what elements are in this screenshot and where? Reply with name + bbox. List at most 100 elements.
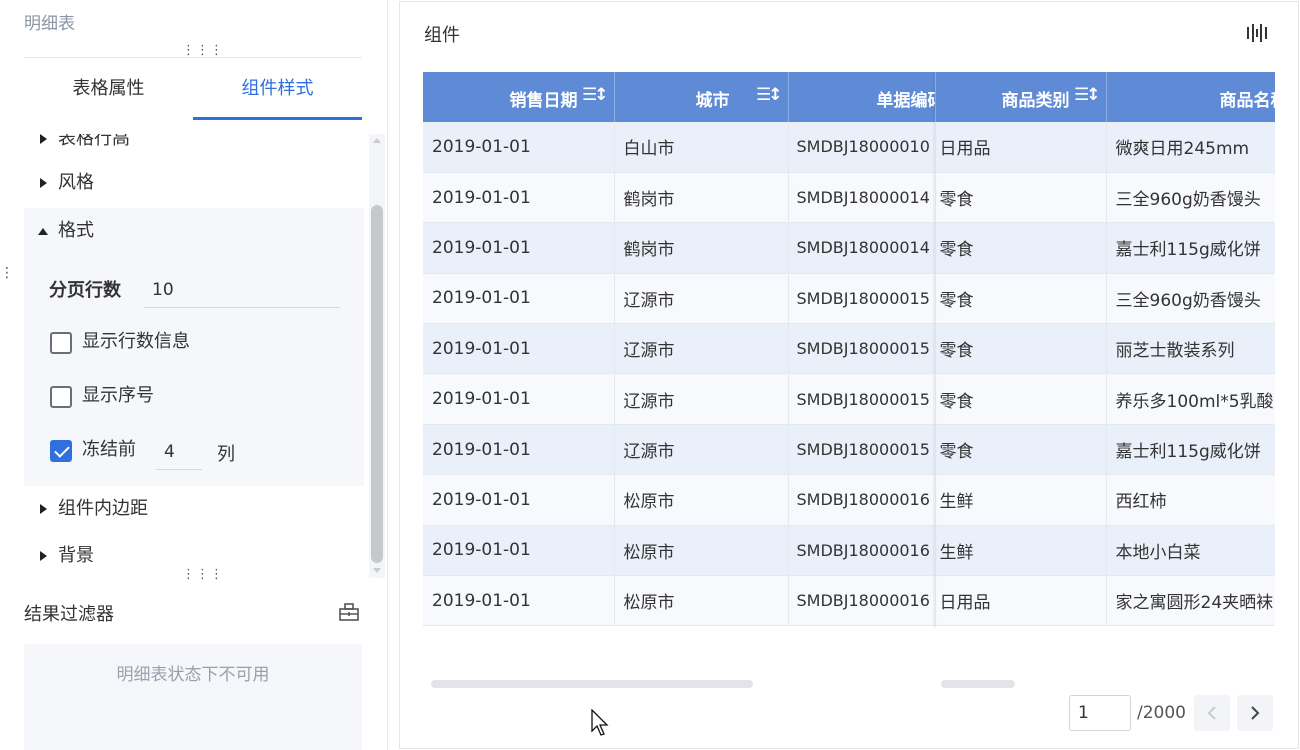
filter-unavailable-text: 明细表状态下不可用: [116, 665, 270, 685]
scroll-down-icon[interactable]: [373, 568, 381, 573]
horizontal-scrollbar-main[interactable]: [941, 680, 1015, 688]
cell-date: 2019-01-01: [423, 525, 615, 577]
component-title: 组件: [424, 25, 460, 46]
cell-code: SMDBJ18000010: [788, 122, 936, 173]
column-header-city[interactable]: 城市 ☰↕: [614, 72, 789, 122]
cell-code: SMDBJ18000014: [788, 172, 936, 224]
table-row[interactable]: 2019-01-01 鹤岗市 SMDBJ18000014 零食 嘉士利115g威…: [423, 222, 1275, 274]
panel-title: 明细表: [24, 14, 75, 34]
filter-area: 明细表状态下不可用: [24, 644, 362, 750]
caret-right-icon: [40, 134, 47, 144]
cell-product: 三全960g奶香馒头: [1106, 273, 1275, 325]
cell-code: SMDBJ18000015: [788, 323, 936, 375]
table-row[interactable]: 2019-01-01 辽源市 SMDBJ18000015 零食 嘉士利115g威…: [423, 424, 1275, 476]
sort-icon[interactable]: ☰↕: [582, 85, 609, 105]
sort-icon[interactable]: ☰↕: [756, 85, 783, 105]
table-row[interactable]: 2019-01-01 辽源市 SMDBJ18000015 零食 丽芝士散装系列: [423, 323, 1275, 375]
horizontal-scrollbar-frozen[interactable]: [431, 680, 753, 688]
cell-category: 零食: [935, 172, 1107, 224]
cell-code: SMDBJ18000015: [788, 273, 936, 325]
caret-right-icon: [40, 504, 47, 514]
cell-date: 2019-01-01: [423, 424, 615, 476]
section-label: 背景: [58, 545, 94, 566]
cell-city: 辽源市: [614, 323, 789, 375]
drag-handle-bottom[interactable]: ⋮⋮⋮: [182, 568, 223, 584]
detail-table: 销售日期 ☰↕ 城市 ☰↕ 单据编码 商品类别 ☰↕ 商: [423, 72, 1275, 628]
column-header-product-name[interactable]: 商品名称: [1106, 72, 1275, 122]
page-total: /2000: [1137, 703, 1186, 723]
cell-product: 微爽日用245mm: [1106, 122, 1275, 173]
column-header-category[interactable]: 商品类别 ☰↕: [935, 72, 1107, 122]
cell-city: 白山市: [614, 122, 789, 173]
mouse-cursor-icon: [591, 709, 609, 736]
cell-category: 零食: [935, 222, 1107, 274]
section-label: 格式: [58, 220, 94, 241]
table-row[interactable]: 2019-01-01 辽源市 SMDBJ18000015 零食 养乐多100ml…: [423, 373, 1275, 425]
caret-down-icon: [38, 228, 48, 235]
show-index-label: 显示序号: [82, 385, 154, 406]
table-row[interactable]: 2019-01-01 松原市 SMDBJ18000016 生鲜 本地小白菜: [423, 525, 1275, 577]
cell-product: 本地小白菜: [1106, 525, 1275, 577]
cell-category: 生鲜: [935, 474, 1107, 526]
cell-date: 2019-01-01: [423, 373, 615, 425]
column-header-sale-date[interactable]: 销售日期 ☰↕: [423, 72, 615, 122]
scrollbar-thumb[interactable]: [371, 205, 383, 563]
cell-date: 2019-01-01: [423, 273, 615, 325]
filter-icon[interactable]: [338, 602, 360, 622]
column-header-doc-code[interactable]: 单据编码: [788, 72, 936, 122]
scroll-up-icon[interactable]: [373, 138, 381, 143]
freeze-columns-input[interactable]: [156, 434, 202, 470]
table-row[interactable]: 2019-01-01 辽源市 SMDBJ18000015 零食 三全960g奶香…: [423, 273, 1275, 325]
sort-icon[interactable]: ☰↕: [1074, 85, 1101, 105]
page-rows-input[interactable]: [144, 272, 340, 308]
frozen-column-divider: [933, 72, 937, 628]
section-label: 风格: [58, 172, 94, 193]
cell-product: 西红柿: [1106, 474, 1275, 526]
chevron-left-icon: [1207, 706, 1216, 720]
freeze-checkbox[interactable]: [50, 440, 72, 462]
cell-product: 嘉士利115g威化饼: [1106, 424, 1275, 476]
cell-city: 辽源市: [614, 424, 789, 476]
show-index-checkbox[interactable]: [50, 386, 72, 408]
cell-date: 2019-01-01: [423, 172, 615, 224]
cell-date: 2019-01-01: [423, 122, 615, 173]
table-row[interactable]: 2019-01-01 松原市 SMDBJ18000016 日用品 家之寓圆形24…: [423, 575, 1275, 627]
section-style[interactable]: 风格: [24, 160, 364, 206]
freeze-unit: 列: [217, 444, 235, 465]
cell-product: 嘉士利115g威化饼: [1106, 222, 1275, 274]
cell-category: 零食: [935, 273, 1107, 325]
show-row-info-label: 显示行数信息: [82, 331, 190, 352]
cell-code: SMDBJ18000016: [788, 474, 936, 526]
drag-handle-left[interactable]: ⋮: [0, 266, 14, 280]
caret-right-icon: [40, 551, 47, 561]
cell-code: SMDBJ18000016: [788, 575, 936, 627]
section-padding[interactable]: 组件内边距: [24, 486, 364, 532]
cell-city: 辽源市: [614, 273, 789, 325]
page-rows-label: 分页行数: [49, 280, 121, 301]
show-row-info-checkbox[interactable]: [50, 332, 72, 354]
section-format[interactable]: 格式: [24, 208, 364, 254]
cell-date: 2019-01-01: [423, 575, 615, 627]
tab-component-style[interactable]: 组件样式: [193, 58, 362, 120]
table-row[interactable]: 2019-01-01 白山市 SMDBJ18000010 日用品 微爽日用245…: [423, 122, 1275, 173]
barcode-icon[interactable]: [1246, 23, 1268, 43]
prev-page-button[interactable]: [1194, 695, 1230, 731]
tab-table-properties[interactable]: 表格属性: [24, 58, 193, 120]
cell-category: 零食: [935, 373, 1107, 425]
cell-category: 日用品: [935, 122, 1107, 173]
cell-category: 日用品: [935, 575, 1107, 627]
caret-right-icon: [40, 178, 47, 188]
cell-city: 鹤岗市: [614, 222, 789, 274]
cell-category: 零食: [935, 424, 1107, 476]
cell-product: 养乐多100ml*5乳酸: [1106, 373, 1275, 425]
table-row[interactable]: 2019-01-01 鹤岗市 SMDBJ18000014 零食 三全960g奶香…: [423, 172, 1275, 224]
cell-category: 生鲜: [935, 525, 1107, 577]
table-header-row: 销售日期 ☰↕ 城市 ☰↕ 单据编码 商品类别 ☰↕ 商: [423, 72, 1275, 122]
cell-code: SMDBJ18000015: [788, 373, 936, 425]
next-page-button[interactable]: [1237, 695, 1273, 731]
page-number-input[interactable]: [1069, 695, 1131, 731]
cell-city: 鹤岗市: [614, 172, 789, 224]
section-row-height[interactable]: 表格行高: [24, 134, 364, 162]
cell-product: 三全960g奶香馒头: [1106, 172, 1275, 224]
table-row[interactable]: 2019-01-01 松原市 SMDBJ18000016 生鲜 西红柿: [423, 474, 1275, 526]
